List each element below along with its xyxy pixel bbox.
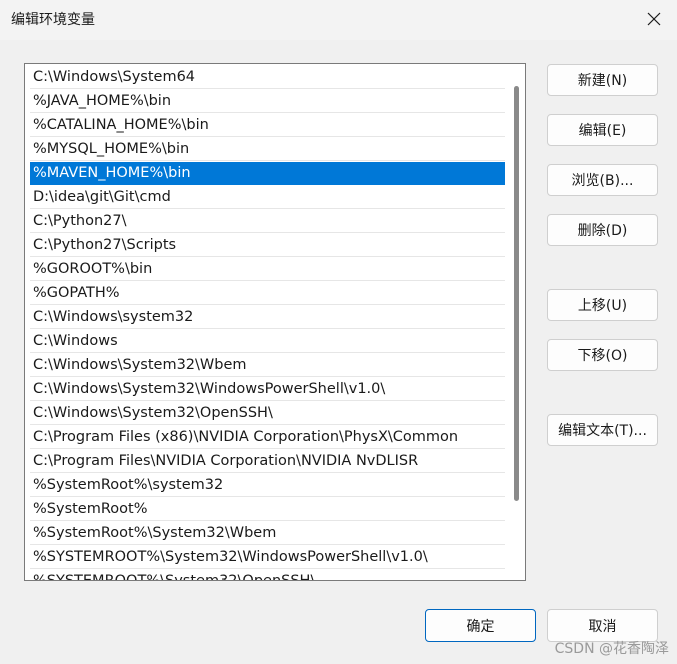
move-down-button[interactable]: 下移(O): [547, 339, 658, 371]
list-item[interactable]: %SYSTEMROOT%\System32\WindowsPowerShell\…: [30, 546, 505, 569]
list-scrollbar[interactable]: [514, 86, 519, 501]
list-item[interactable]: C:\Program Files\NVIDIA Corporation\NVID…: [30, 450, 505, 473]
move-up-button[interactable]: 上移(U): [547, 289, 658, 321]
close-button[interactable]: [631, 0, 677, 38]
list-item[interactable]: %MYSQL_HOME%\bin: [30, 138, 505, 161]
list-item[interactable]: %SYSTEMROOT%\System32\OpenSSH\: [30, 570, 505, 580]
delete-button[interactable]: 删除(D): [547, 214, 658, 246]
path-list[interactable]: C:\Windows\System64 %JAVA_HOME%\bin %CATAL…: [24, 63, 526, 581]
list-item[interactable]: %CATALINA_HOME%\bin: [30, 114, 505, 137]
list-item[interactable]: %SystemRoot%: [30, 498, 505, 521]
list-item[interactable]: C:\Python27\: [30, 210, 505, 233]
new-button[interactable]: 新建(N): [547, 64, 658, 96]
list-item[interactable]: %SystemRoot%\System32\Wbem: [30, 522, 505, 545]
close-icon: [647, 12, 661, 26]
list-item[interactable]: D:\idea\git\Git\cmd: [30, 186, 505, 209]
list-item[interactable]: %GOROOT%\bin: [30, 258, 505, 281]
list-item[interactable]: C:\Windows: [30, 330, 505, 353]
window-title: 编辑环境变量: [11, 12, 95, 28]
browse-button[interactable]: 浏览(B)...: [547, 164, 658, 196]
ok-button[interactable]: 确定: [425, 609, 536, 642]
list-item[interactable]: C:\Windows\System64: [30, 66, 505, 89]
list-item[interactable]: C:\Windows\System32\Wbem: [30, 354, 505, 377]
list-item[interactable]: C:\Windows\System32\OpenSSH\: [30, 402, 505, 425]
list-item[interactable]: %JAVA_HOME%\bin: [30, 90, 505, 113]
edit-button[interactable]: 编辑(E): [547, 114, 658, 146]
title-bar: 编辑环境变量: [0, 0, 677, 40]
list-item[interactable]: C:\Windows\system32: [30, 306, 505, 329]
list-item[interactable]: %SystemRoot%\system32: [30, 474, 505, 497]
list-item[interactable]: %GOPATH%: [30, 282, 505, 305]
edit-text-button[interactable]: 编辑文本(T)...: [547, 414, 658, 446]
watermark: CSDN @花香陶泽: [554, 641, 669, 657]
list-item[interactable]: %MAVEN_HOME%\bin: [30, 162, 505, 185]
list-item[interactable]: C:\Windows\System32\WindowsPowerShell\v1…: [30, 378, 505, 401]
list-item[interactable]: C:\Program Files (x86)\NVIDIA Corporatio…: [30, 426, 505, 449]
list-item[interactable]: C:\Python27\Scripts: [30, 234, 505, 257]
